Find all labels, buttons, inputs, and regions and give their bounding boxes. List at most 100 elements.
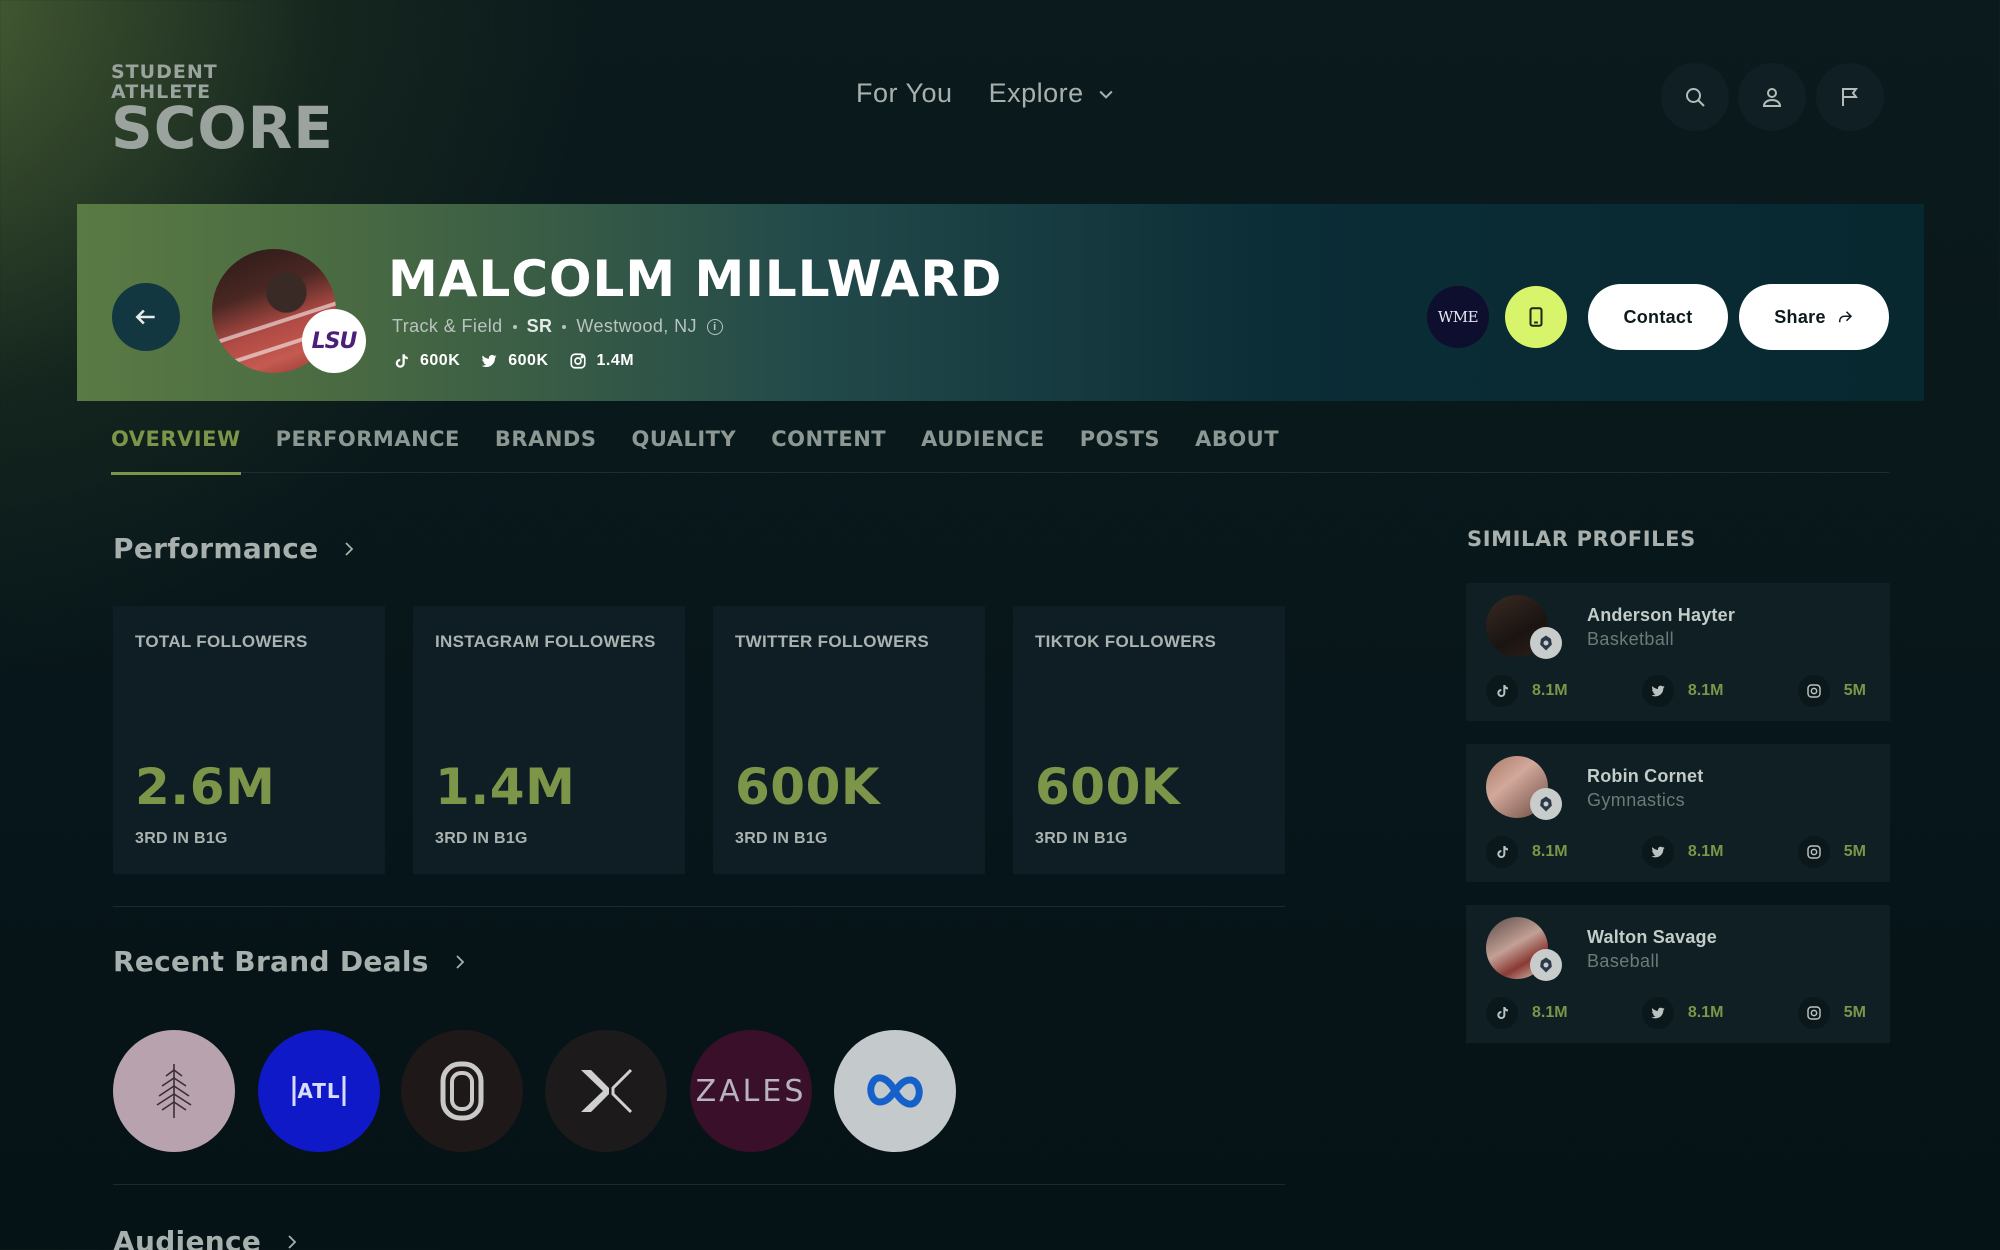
instagram-icon: [1807, 845, 1821, 859]
profile-sport: Baseball: [1587, 951, 1660, 971]
instagram-icon: [1807, 684, 1821, 698]
similar-profile-card[interactable]: Walton Savage Baseball 8.1M 8.1M 5M: [1466, 905, 1890, 1043]
app-logo[interactable]: STUDENT ATHLETE SCORE: [111, 62, 334, 162]
school-badge: [1530, 949, 1562, 981]
arrow-left-icon: [135, 309, 155, 325]
performance-title: Performance: [113, 532, 319, 565]
instagram-stat: 5M: [1797, 997, 1866, 1029]
athlete-social-stats: 600K 600K 1.4M: [392, 352, 640, 370]
instagram-count: 5M: [1843, 682, 1866, 699]
brand-logo-ring[interactable]: [401, 1030, 523, 1152]
brand-deals-section-link[interactable]: Recent Brand Deals: [113, 945, 469, 978]
top-nav: For You Explore: [856, 78, 1116, 109]
husky-icon: [1540, 957, 1552, 973]
tab-content[interactable]: CONTENT: [771, 425, 886, 473]
twitter-icon: [1651, 1007, 1665, 1019]
profile-social-stats: 8.1M 8.1M 5M: [1486, 836, 1866, 868]
tab-posts[interactable]: POSTS: [1080, 425, 1160, 473]
back-button[interactable]: [112, 283, 180, 351]
user-icon: [1762, 88, 1782, 107]
tiktok-stat: 8.1M: [1486, 675, 1568, 707]
tree-icon: [156, 1064, 192, 1118]
info-icon[interactable]: i: [706, 318, 723, 335]
instagram-count: 5M: [1843, 1004, 1866, 1021]
stat-rank: 3RD IN B1G: [135, 830, 228, 847]
brand-logo-x[interactable]: [545, 1030, 667, 1152]
tiktok-count: 8.1M: [1532, 843, 1568, 860]
husky-icon: [1540, 635, 1552, 651]
athlete-year: SR: [526, 316, 553, 336]
flag-icon: [1842, 88, 1858, 106]
chevron-right-icon: [345, 541, 354, 556]
nav-for-you[interactable]: For You: [856, 78, 953, 109]
brand-logo-meta[interactable]: [834, 1030, 956, 1152]
profile-tabs: OVERVIEW PERFORMANCE BRANDS QUALITY CONT…: [111, 425, 1889, 475]
audience-section-link[interactable]: Audience: [113, 1225, 301, 1250]
share-button[interactable]: Share: [1739, 284, 1889, 350]
separator-dot: [512, 324, 517, 329]
twitter-icon: [481, 354, 497, 368]
tiktok-stat: 8.1M: [1486, 836, 1568, 868]
tiktok-icon: [1497, 685, 1508, 697]
instagram-stat: 5M: [1797, 675, 1866, 707]
similar-profile-card[interactable]: Anderson Hayter Basketball 8.1M 8.1M 5M: [1466, 583, 1890, 721]
phone-button[interactable]: [1505, 286, 1567, 348]
agency-badge[interactable]: WME: [1427, 286, 1489, 348]
tab-about[interactable]: ABOUT: [1195, 425, 1279, 473]
tiktok-icon: [1497, 1007, 1508, 1019]
twitter-stat: 600K: [480, 352, 548, 370]
performance-section-link[interactable]: Performance: [113, 532, 358, 565]
brand-logo-atl[interactable]: ATL: [258, 1030, 380, 1152]
chevron-down-icon: [1099, 90, 1113, 99]
chevron-right-icon: [288, 1234, 297, 1249]
profile-sport: Gymnastics: [1587, 790, 1686, 810]
stat-card-total: TOTAL FOLLOWERS 2.6M 3RD IN B1G: [113, 606, 385, 874]
tab-brands[interactable]: BRANDS: [495, 425, 597, 473]
atl-text: ATL: [297, 1079, 341, 1103]
profile-name: Anderson Hayter: [1587, 605, 1736, 625]
stat-rank: 3RD IN B1G: [435, 830, 528, 847]
stat-rank: 3RD IN B1G: [1035, 830, 1128, 847]
twitter-stat: 8.1M: [1641, 675, 1723, 707]
brand-logo-zales[interactable]: ZALES: [690, 1030, 812, 1152]
tiktok-stat: 8.1M: [1486, 997, 1568, 1029]
profile-social-stats: 8.1M 8.1M 5M: [1486, 997, 1866, 1029]
tiktok-icon: [395, 354, 408, 368]
tab-quality[interactable]: QUALITY: [631, 425, 736, 473]
contact-button[interactable]: Contact: [1588, 284, 1728, 350]
brand-logo-tree[interactable]: [113, 1030, 235, 1152]
tab-overview[interactable]: OVERVIEW: [111, 425, 241, 475]
nav-explore[interactable]: Explore: [989, 78, 1116, 109]
stat-value: 2.6M: [135, 758, 276, 816]
school-badge: [1530, 627, 1562, 659]
athlete-name: MALCOLM MILLWARD: [388, 250, 1003, 308]
logo-big-text: SCORE: [111, 94, 334, 162]
school-badge: LSU: [302, 309, 366, 373]
stat-card-instagram: INSTAGRAM FOLLOWERS 1.4M 3RD IN B1G: [413, 606, 685, 874]
stat-rank: 3RD IN B1G: [735, 830, 828, 847]
zales-text: ZALES: [695, 1073, 807, 1109]
instagram-icon: [569, 353, 586, 369]
tiktok-count: 600K: [420, 352, 461, 369]
tab-performance[interactable]: PERFORMANCE: [276, 425, 460, 473]
separator-dot: [562, 324, 567, 329]
tiktok-icon: [1497, 846, 1508, 858]
profile-sport: Basketball: [1587, 629, 1675, 649]
phone-icon: [1529, 307, 1543, 327]
x-logo-icon: [581, 1068, 633, 1114]
nav-explore-label: Explore: [988, 78, 1084, 108]
flag-button[interactable]: [1816, 63, 1884, 131]
account-button[interactable]: [1738, 63, 1806, 131]
stat-label: TWITTER FOLLOWERS: [735, 632, 929, 651]
search-button[interactable]: [1661, 63, 1729, 131]
stat-label: TIKTOK FOLLOWERS: [1035, 632, 1217, 651]
similar-profile-card[interactable]: Robin Cornet Gymnastics 8.1M 8.1M 5M: [1466, 744, 1890, 882]
share-icon: [1838, 311, 1852, 323]
profile-name: Walton Savage: [1587, 927, 1717, 947]
twitter-count: 8.1M: [1687, 1004, 1724, 1021]
profile-social-stats: 8.1M 8.1M 5M: [1486, 675, 1866, 707]
search-icon: [1686, 88, 1705, 107]
tab-audience[interactable]: AUDIENCE: [921, 425, 1045, 473]
athlete-location: Westwood, NJ: [576, 316, 697, 336]
meta-logo-icon: [867, 1074, 923, 1108]
